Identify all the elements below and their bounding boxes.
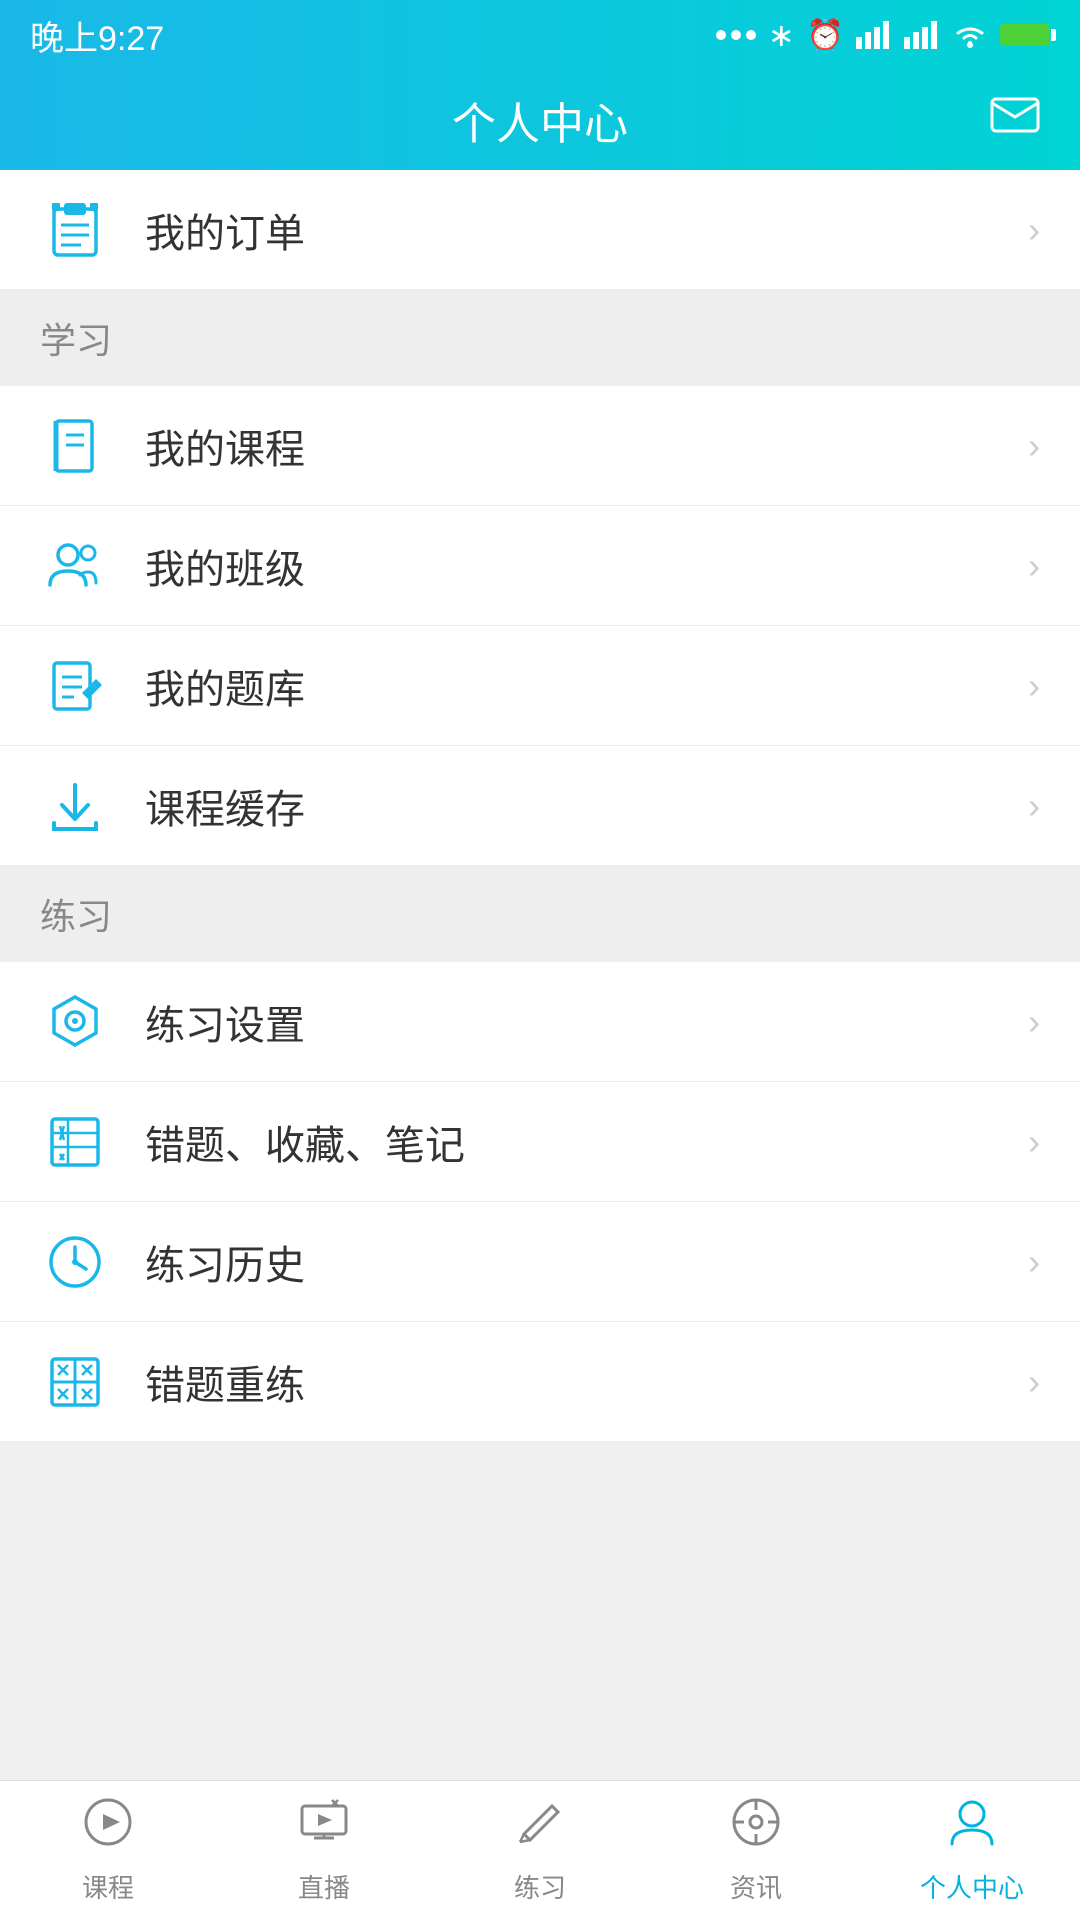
my-orders-item[interactable]: 我的订单 › <box>0 170 1080 290</box>
my-courses-label: 我的课程 <box>145 417 1028 475</box>
users-icon <box>40 531 110 601</box>
course-cache-label: 课程缓存 <box>145 777 1028 835</box>
chevron-icon: › <box>1028 1121 1040 1163</box>
nav-news[interactable]: 资讯 <box>648 1781 864 1920</box>
practice-settings-label: 练习设置 <box>145 993 1028 1051</box>
study-section-label: 学习 <box>0 290 1080 386</box>
wrong-practice-item[interactable]: 错题重练 › <box>0 1322 1080 1442</box>
wrong-practice-label: 错题重练 <box>145 1353 1028 1411</box>
download-icon <box>40 771 110 841</box>
signal-icon <box>856 21 892 49</box>
orders-section: 我的订单 › <box>0 170 1080 290</box>
my-class-item[interactable]: 我的班级 › <box>0 506 1080 626</box>
play-circle-icon <box>82 1796 134 1860</box>
chevron-icon: › <box>1028 1361 1040 1403</box>
person-icon <box>946 1796 998 1860</box>
alarm-icon: ⏰ <box>807 18 844 53</box>
tv-icon <box>298 1796 350 1860</box>
status-bar: 晚上9:27 ∗ ⏰ <box>0 0 1080 70</box>
my-orders-label: 我的订单 <box>145 201 1028 259</box>
clock-icon <box>40 1227 110 1297</box>
list-x-icon <box>40 1107 110 1177</box>
practice-history-label: 练习历史 <box>145 1233 1028 1291</box>
signal-icon2 <box>904 21 940 49</box>
chevron-icon: › <box>1028 1241 1040 1283</box>
practice-settings-item[interactable]: 练习设置 › <box>0 962 1080 1082</box>
chevron-icon: › <box>1028 209 1040 251</box>
practice-section-label: 练习 <box>0 866 1080 962</box>
my-courses-item[interactable]: 我的课程 › <box>0 386 1080 506</box>
bottom-navigation: 课程 直播 练习 <box>0 1780 1080 1920</box>
course-cache-item[interactable]: 课程缓存 › <box>0 746 1080 866</box>
page-header: 个人中心 <box>0 70 1080 170</box>
my-questions-item[interactable]: 我的题库 › <box>0 626 1080 746</box>
bluetooth-icon: ∗ <box>768 16 795 54</box>
my-class-label: 我的班级 <box>145 537 1028 595</box>
edit-doc-icon <box>40 651 110 721</box>
study-section: 我的课程 › 我的班级 › <box>0 386 1080 866</box>
nav-courses[interactable]: 课程 <box>0 1781 216 1920</box>
practice-section: 练习设置 › 错题、收藏、笔记 › <box>0 962 1080 1442</box>
content-area: 我的订单 › 学习 我的课程 › <box>0 170 1080 1780</box>
nav-practice-label: 练习 <box>514 1868 566 1905</box>
status-icons: ∗ ⏰ <box>716 16 1050 54</box>
gear-hex-icon <box>40 987 110 1057</box>
page-title: 个人中心 <box>452 88 628 152</box>
nav-profile[interactable]: 个人中心 <box>864 1781 1080 1920</box>
nav-live[interactable]: 直播 <box>216 1781 432 1920</box>
practice-history-item[interactable]: 练习历史 › <box>0 1202 1080 1322</box>
chevron-icon: › <box>1028 785 1040 827</box>
book-icon <box>40 411 110 481</box>
signal-dots <box>716 30 756 40</box>
nav-profile-label: 个人中心 <box>920 1868 1024 1905</box>
battery-icon <box>1000 24 1050 46</box>
mail-button[interactable] <box>990 95 1040 146</box>
nav-live-label: 直播 <box>298 1868 350 1905</box>
wrong-collect-notes-item[interactable]: 错题、收藏、笔记 › <box>0 1082 1080 1202</box>
grid-x-icon <box>40 1347 110 1417</box>
nav-courses-label: 课程 <box>82 1868 134 1905</box>
dot-circle-icon <box>730 1796 782 1860</box>
chevron-icon: › <box>1028 545 1040 587</box>
chevron-icon: › <box>1028 1001 1040 1043</box>
nav-news-label: 资讯 <box>730 1868 782 1905</box>
chevron-icon: › <box>1028 665 1040 707</box>
wrong-collect-notes-label: 错题、收藏、笔记 <box>145 1113 1028 1171</box>
wifi-icon <box>952 21 988 49</box>
pencil-icon <box>514 1796 566 1860</box>
my-questions-label: 我的题库 <box>145 657 1028 715</box>
time-display: 晚上9:27 <box>30 11 164 60</box>
nav-practice[interactable]: 练习 <box>432 1781 648 1920</box>
chevron-icon: › <box>1028 425 1040 467</box>
clipboard-icon <box>40 195 110 265</box>
